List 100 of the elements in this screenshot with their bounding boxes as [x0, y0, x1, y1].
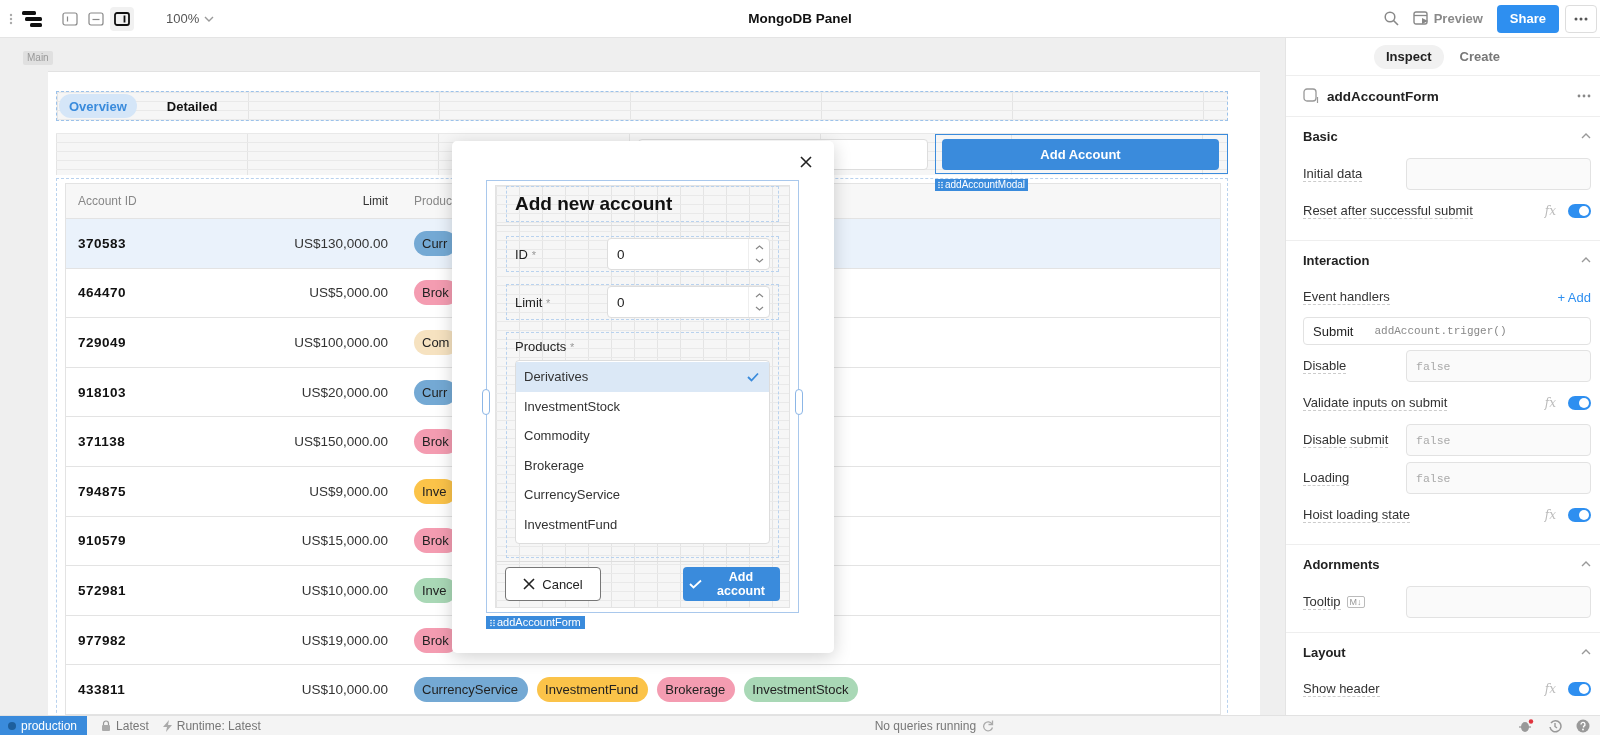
search-icon[interactable] — [1383, 11, 1399, 26]
layout-toggle[interactable] — [110, 6, 134, 31]
table-cell-text: US$150,000.00 — [293, 434, 388, 450]
list-option[interactable]: Derivatives — [516, 362, 769, 392]
input-field[interactable]: false — [1406, 462, 1591, 494]
form-component-icon — [1303, 88, 1319, 104]
table-cell-text: US$19,000.00 — [300, 632, 388, 648]
table-cell-text: 977982 — [77, 632, 128, 648]
add-account-button[interactable]: Add Account — [942, 138, 1219, 170]
section-title: Interaction — [1303, 252, 1370, 268]
field-label: Products * — [515, 338, 576, 356]
tab[interactable]: Inspect — [1374, 44, 1444, 69]
tab[interactable]: Create — [1447, 44, 1512, 69]
product-tag: CurrencyService — [414, 677, 529, 703]
panel-layout-icon — [114, 11, 130, 26]
component-tag: addAccountForm — [486, 616, 585, 629]
close-icon — [523, 578, 536, 590]
table-cell-text: 370583 — [77, 235, 128, 251]
caret-up-icon[interactable] — [1581, 561, 1591, 567]
table-cell-text: US$5,000.00 — [308, 285, 388, 301]
check-icon — [689, 579, 702, 589]
more-button[interactable] — [1565, 4, 1597, 33]
list-option[interactable]: Brokerage — [516, 450, 769, 480]
number-field[interactable]: 0 — [607, 238, 770, 270]
grip-icon — [490, 618, 495, 627]
toggle-switch[interactable] — [1568, 682, 1591, 696]
toggle-switch[interactable] — [1568, 508, 1591, 522]
component-name: addAccountForm — [1327, 88, 1440, 104]
panel-layout-icon — [62, 11, 78, 26]
stepper-icon — [754, 243, 764, 265]
table-cell-text: US$10,000.00 — [300, 582, 388, 598]
drag-handle-icon[interactable] — [9, 12, 13, 25]
toggle-switch[interactable] — [1568, 204, 1591, 218]
property-label: Tooltip — [1303, 594, 1341, 610]
lock-icon — [101, 719, 112, 732]
more-icon[interactable] — [1577, 94, 1591, 98]
property-label: Disable submit — [1303, 432, 1389, 448]
caret-up-icon[interactable] — [1581, 133, 1591, 139]
table-cell-text: 918103 — [77, 384, 128, 400]
field-label: Limit * — [515, 294, 552, 310]
add-account-button[interactable]: Add account — [683, 567, 780, 601]
add-link[interactable]: + Add — [1557, 289, 1591, 305]
close-icon[interactable] — [800, 156, 812, 168]
table-cell-text: 729049 — [77, 335, 128, 350]
list-option[interactable]: InvestmentFund — [516, 509, 769, 539]
table-cell-text: 910579 — [77, 533, 128, 549]
bolt-icon — [162, 719, 172, 732]
list-option[interactable]: Commodity — [516, 421, 769, 451]
bug-icon[interactable] — [1518, 718, 1534, 733]
grip-icon — [938, 181, 943, 189]
input-field[interactable] — [1406, 586, 1591, 618]
number-field[interactable]: 0 — [607, 286, 770, 318]
table-cell-text: 464470 — [77, 285, 128, 301]
table-cell-text: 371138 — [77, 434, 127, 450]
table-cell-text: 572981 — [77, 582, 128, 598]
table-cell-text: US$20,000.00 — [300, 384, 388, 400]
release-button[interactable]: Latest — [101, 718, 149, 733]
form-title: Add new account — [515, 193, 673, 215]
formula-icon: fx — [1544, 396, 1556, 410]
resize-handle[interactable] — [795, 389, 803, 415]
zoom-dropdown[interactable]: 100% — [164, 9, 217, 28]
history-icon[interactable] — [1548, 718, 1562, 733]
caret-up-icon[interactable] — [1581, 257, 1591, 263]
input-field[interactable] — [1406, 158, 1591, 190]
table-row[interactable]: 433811 US$10,000.00 CurrencyService InvestmentFund Brokerage InvestmentStock — [66, 665, 1220, 715]
list-option[interactable]: CurrencyService — [516, 480, 769, 510]
toggle-switch[interactable] — [1568, 396, 1591, 410]
caret-down-icon — [204, 15, 215, 22]
product-tag: InvestmentStock — [744, 677, 859, 703]
table-cell-text: US$15,000.00 — [300, 533, 388, 549]
frame-label: Main — [23, 51, 53, 65]
caret-up-icon[interactable] — [1581, 649, 1591, 655]
table-cell-text: 794875 — [77, 483, 128, 499]
formula-icon: fx — [1544, 682, 1556, 696]
environment-badge[interactable]: production — [0, 716, 88, 735]
input-field[interactable]: false — [1406, 350, 1591, 382]
status-dot-icon — [8, 721, 16, 730]
resize-handle[interactable] — [482, 389, 490, 415]
table-cell-text: US$10,000.00 — [300, 682, 388, 698]
help-icon[interactable] — [1576, 718, 1590, 733]
event-handler[interactable]: Submit addAccount.trigger() — [1303, 317, 1591, 345]
table-cell-text: US$100,000.00 — [293, 335, 388, 350]
refresh-icon[interactable] — [982, 719, 995, 732]
check-icon — [747, 371, 759, 382]
markdown-badge: M↓ — [1346, 596, 1365, 608]
tab[interactable]: Detailed — [156, 94, 228, 118]
property-label: Validate inputs on submit — [1303, 395, 1448, 411]
section-title: Adornments — [1303, 556, 1380, 572]
section-title: Basic — [1303, 128, 1338, 144]
property-label: Show header — [1303, 681, 1380, 697]
formula-icon: fx — [1544, 204, 1556, 218]
property-label: Loading — [1303, 470, 1350, 486]
list-option[interactable]: InvestmentStock — [516, 391, 769, 421]
cancel-button[interactable]: Cancel — [505, 567, 601, 601]
runtime-button[interactable]: Runtime: Latest — [162, 718, 261, 733]
more-icon — [1574, 16, 1588, 21]
preview-icon — [1412, 11, 1429, 26]
input-field[interactable]: false — [1406, 424, 1591, 456]
section-title: Layout — [1303, 644, 1346, 660]
app-title: MongoDB Panel — [748, 11, 852, 26]
